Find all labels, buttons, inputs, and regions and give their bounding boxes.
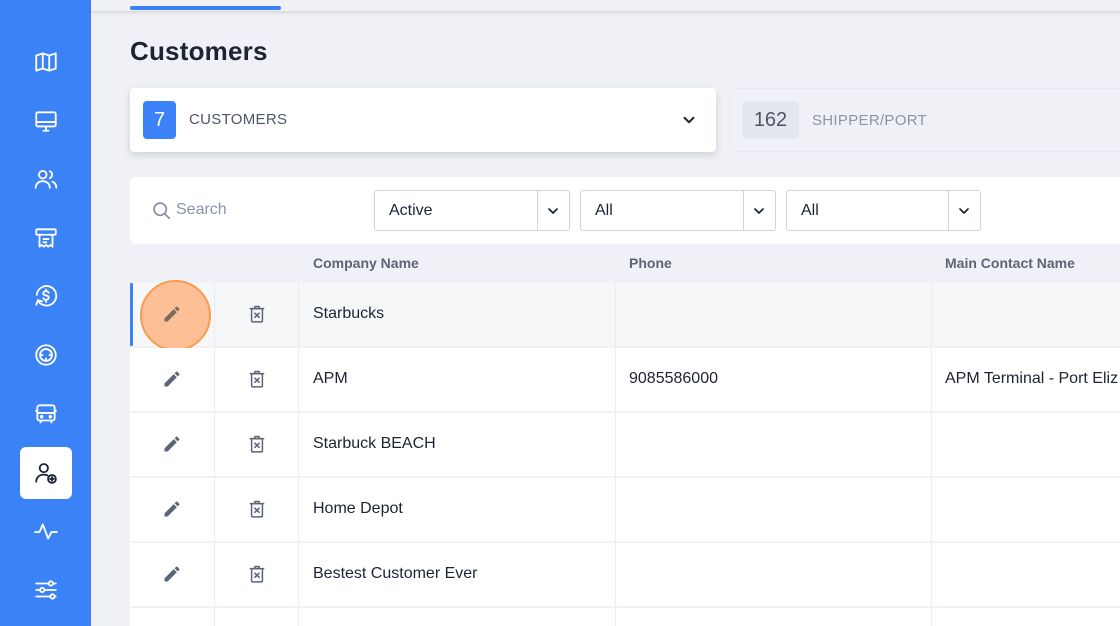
cell-divider bbox=[214, 608, 215, 626]
cell-divider bbox=[931, 413, 932, 476]
table-row[interactable]: Home Depot bbox=[130, 478, 1120, 541]
cell-divider bbox=[214, 348, 215, 411]
shipper-port-count-card[interactable]: 162 SHIPPER/PORT bbox=[729, 88, 1120, 152]
table-row[interactable]: APM 9085586000 APM Terminal - Port Eliz bbox=[130, 348, 1120, 411]
cell-divider bbox=[615, 348, 616, 411]
cell-divider bbox=[931, 283, 932, 346]
cell-divider bbox=[931, 543, 932, 606]
select-divider bbox=[743, 191, 744, 230]
filter-2-value: All bbox=[595, 202, 613, 219]
status-filter-value: Active bbox=[389, 202, 433, 219]
bus-icon bbox=[35, 404, 57, 424]
active-tab-indicator bbox=[130, 6, 281, 10]
column-header-main-contact[interactable]: Main Contact Name bbox=[945, 255, 1075, 271]
customers-count-badge: 7 bbox=[143, 101, 176, 139]
filter-3-select[interactable]: All bbox=[786, 190, 981, 231]
select-divider bbox=[948, 191, 949, 230]
cell-divider bbox=[214, 283, 215, 346]
cell-divider bbox=[615, 608, 616, 626]
cell-divider bbox=[298, 478, 299, 541]
edit-icon[interactable] bbox=[162, 499, 182, 519]
filter-bar: Active All All bbox=[130, 177, 1120, 244]
steering-wheel-icon bbox=[35, 344, 57, 366]
trash-icon[interactable] bbox=[247, 433, 267, 455]
edit-icon[interactable] bbox=[162, 369, 182, 389]
cell-divider bbox=[931, 348, 932, 411]
sidebar-item-billing[interactable] bbox=[20, 212, 72, 264]
sidebar-item-drivers[interactable] bbox=[20, 153, 72, 205]
filter-2-select[interactable]: All bbox=[580, 190, 776, 231]
trash-icon[interactable] bbox=[247, 303, 267, 325]
table-header: Company Name Phone Main Contact Name bbox=[130, 244, 1120, 282]
selected-row-indicator bbox=[130, 283, 133, 346]
cell-divider bbox=[298, 413, 299, 476]
table-row[interactable] bbox=[130, 608, 1120, 626]
sidebar-item-trucks[interactable] bbox=[20, 329, 72, 381]
sidebar-item-map[interactable] bbox=[20, 36, 72, 88]
sliders-icon bbox=[35, 580, 57, 600]
cell-divider bbox=[214, 478, 215, 541]
trash-icon[interactable] bbox=[247, 563, 267, 585]
company-name-cell: Starbuck BEACH bbox=[313, 435, 436, 452]
sidebar-item-payments[interactable] bbox=[20, 270, 72, 322]
table-row[interactable]: Starbucks bbox=[130, 280, 1120, 351]
users-icon bbox=[34, 169, 58, 189]
customers-card-label: CUSTOMERS bbox=[189, 111, 288, 128]
sidebar-item-settings[interactable] bbox=[20, 564, 72, 616]
search-icon bbox=[153, 202, 171, 220]
sidebar-item-dispatch[interactable] bbox=[20, 95, 72, 147]
activity-icon bbox=[34, 523, 58, 540]
map-icon bbox=[35, 52, 57, 72]
cell-divider bbox=[214, 413, 215, 476]
edit-icon[interactable] bbox=[162, 434, 182, 454]
edit-icon[interactable] bbox=[162, 564, 182, 584]
monitor-icon bbox=[35, 111, 57, 132]
sidebar-item-customers[interactable] bbox=[20, 447, 72, 499]
trash-icon[interactable] bbox=[247, 368, 267, 390]
cell-divider bbox=[214, 543, 215, 606]
customer-settings-icon bbox=[35, 463, 57, 484]
company-name-cell: Home Depot bbox=[313, 500, 403, 517]
edit-icon[interactable] bbox=[162, 304, 182, 324]
sidebar-item-equipment[interactable] bbox=[20, 388, 72, 440]
cell-divider bbox=[931, 478, 932, 541]
receipt-icon bbox=[35, 228, 57, 248]
company-name-cell: Starbucks bbox=[313, 305, 385, 322]
cell-divider bbox=[931, 608, 932, 626]
chevron-down-icon[interactable] bbox=[680, 111, 698, 129]
trash-icon[interactable] bbox=[247, 498, 267, 520]
cell-divider bbox=[298, 283, 299, 346]
shipper-card-label: SHIPPER/PORT bbox=[812, 112, 928, 129]
cell-divider bbox=[298, 608, 299, 626]
page-title: Customers bbox=[130, 36, 268, 66]
chevron-down-icon[interactable] bbox=[751, 203, 767, 219]
cell-divider bbox=[298, 348, 299, 411]
search-input[interactable] bbox=[176, 197, 356, 223]
cell-divider bbox=[615, 283, 616, 346]
dollar-icon bbox=[35, 285, 58, 307]
sidebar-item-reports[interactable] bbox=[20, 505, 72, 557]
main-contact-cell: APM Terminal - Port Eliz bbox=[945, 370, 1119, 387]
select-divider bbox=[537, 191, 538, 230]
phone-cell: 9085586000 bbox=[629, 370, 718, 387]
shipper-count-badge: 162 bbox=[742, 101, 799, 139]
chevron-down-icon[interactable] bbox=[545, 203, 561, 219]
sidebar bbox=[0, 0, 91, 626]
status-filter-select[interactable]: Active bbox=[374, 190, 570, 231]
cell-divider bbox=[615, 543, 616, 606]
cell-divider bbox=[615, 413, 616, 476]
column-header-company[interactable]: Company Name bbox=[313, 255, 419, 271]
column-header-phone[interactable]: Phone bbox=[629, 255, 672, 271]
table-row[interactable]: Bestest Customer Ever bbox=[130, 543, 1120, 606]
company-name-cell: Bestest Customer Ever bbox=[313, 565, 478, 582]
customers-count-card[interactable]: 7 CUSTOMERS bbox=[130, 88, 716, 152]
cell-divider bbox=[298, 543, 299, 606]
chevron-down-icon[interactable] bbox=[956, 203, 972, 219]
cell-divider bbox=[615, 478, 616, 541]
table-row[interactable]: Starbuck BEACH bbox=[130, 413, 1120, 476]
company-name-cell: APM bbox=[313, 370, 348, 387]
filter-3-value: All bbox=[801, 202, 819, 219]
